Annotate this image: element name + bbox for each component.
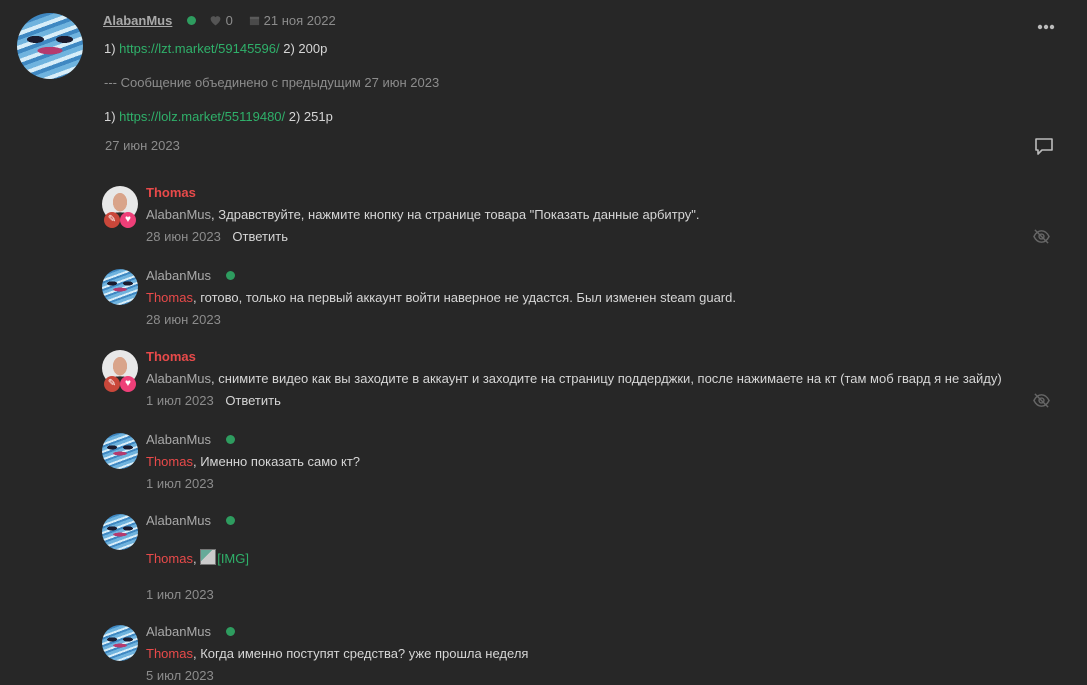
heart-badge-icon: ♥ xyxy=(120,376,136,392)
comment-text: AlabanMus, Здравствуйте, нажмите кнопку … xyxy=(146,207,699,222)
line2-link[interactable]: https://lolz.market/55119480/ xyxy=(119,109,285,124)
comment-date[interactable]: 28 июн 2023 xyxy=(146,229,221,244)
comment-text: Thomas, Когда именно поступят средства? … xyxy=(146,646,528,661)
comment-body: , готово, только на первый аккаунт войти… xyxy=(192,290,736,305)
comment-author[interactable]: AlabanMus xyxy=(146,432,211,447)
line1-link[interactable]: https://lzt.market/59145596/ xyxy=(119,41,279,56)
comment-body: , снимите видео как вы заходите в аккаун… xyxy=(211,371,1002,386)
comment-date[interactable]: 1 июл 2023 xyxy=(146,393,214,408)
line1-suffix: 2) 200р xyxy=(279,41,328,56)
comment-author[interactable]: AlabanMus xyxy=(146,624,211,639)
post-author-name[interactable]: AlabanMus xyxy=(103,13,172,28)
online-indicator xyxy=(187,16,196,25)
comment-meta: 28 июн 2023 Ответить xyxy=(146,229,288,244)
likes[interactable]: 0 xyxy=(209,13,233,28)
comment-body: , Именно показать само кт? xyxy=(192,454,361,469)
comment-avatar[interactable] xyxy=(102,269,138,305)
line2-prefix: 1) xyxy=(104,109,120,124)
comment-date[interactable]: 28 июн 2023 xyxy=(146,312,221,327)
eye-off-icon[interactable] xyxy=(1032,392,1051,412)
comment-body: , Когда именно поступят средства? уже пр… xyxy=(192,646,529,661)
comment-text: Thomas, Именно показать само кт? xyxy=(146,454,360,469)
heart-badge-icon: ♥ xyxy=(120,212,136,228)
post-line-2: 1) https://lolz.market/55119480/ 2) 251р xyxy=(104,109,333,124)
comment-avatar[interactable] xyxy=(102,514,138,550)
post-footer-date[interactable]: 27 июн 2023 xyxy=(105,138,180,153)
comment-avatar[interactable] xyxy=(102,433,138,469)
mention[interactable]: AlabanMus xyxy=(146,207,211,222)
comment-body: , Здравствуйте, нажмите кнопку на страни… xyxy=(211,207,700,222)
line2-suffix: 2) 251р xyxy=(285,109,333,124)
line1-prefix: 1) xyxy=(104,41,120,56)
mention[interactable]: Thomas xyxy=(146,454,193,469)
likes-count: 0 xyxy=(225,13,233,28)
badge-icon: ✎ xyxy=(104,212,120,228)
online-indicator xyxy=(226,271,235,280)
reply-button[interactable]: Ответить xyxy=(232,229,288,244)
comment-date[interactable]: 1 июл 2023 xyxy=(146,587,214,602)
calendar-icon xyxy=(249,16,260,26)
post-author-avatar[interactable] xyxy=(17,13,83,79)
mention[interactable]: AlabanMus xyxy=(146,371,211,386)
comment-text: AlabanMus, снимите видео как вы заходите… xyxy=(146,371,1002,386)
comment-body: , xyxy=(192,551,201,566)
comment-date[interactable]: 5 июл 2023 xyxy=(146,668,214,683)
comment-author[interactable]: AlabanMus xyxy=(146,268,211,283)
eye-off-icon[interactable] xyxy=(1032,228,1051,248)
comment-icon[interactable] xyxy=(1034,137,1054,159)
comment-text: Thomas, [IMG] xyxy=(146,549,249,566)
broken-image-icon xyxy=(200,549,217,565)
online-indicator xyxy=(226,516,235,525)
more-icon[interactable] xyxy=(1037,18,1055,33)
comment-date[interactable]: 1 июл 2023 xyxy=(146,476,214,491)
reply-button[interactable]: Ответить xyxy=(225,393,281,408)
online-indicator xyxy=(226,435,235,444)
comment-text: Thomas, готово, только на первый аккаунт… xyxy=(146,290,736,305)
comment-author[interactable]: Thomas xyxy=(146,349,196,364)
comment-author[interactable]: Thomas xyxy=(146,185,196,200)
badge-icon: ✎ xyxy=(104,376,120,392)
heart-icon xyxy=(210,16,221,26)
mention[interactable]: Thomas xyxy=(146,551,193,566)
post-date: 21 ноя 2022 xyxy=(249,13,336,28)
comment-avatar[interactable] xyxy=(102,625,138,661)
comment-author[interactable]: AlabanMus xyxy=(146,513,211,528)
mention[interactable]: Thomas xyxy=(146,290,193,305)
online-indicator xyxy=(226,627,235,636)
image-link[interactable]: [IMG] xyxy=(217,551,249,566)
post-line-1: 1) https://lzt.market/59145596/ 2) 200р xyxy=(104,41,327,56)
mention[interactable]: Thomas xyxy=(146,646,193,661)
post-date-text: 21 ноя 2022 xyxy=(263,13,336,28)
merged-note: --- Сообщение объединено с предыдущим 27… xyxy=(104,75,440,90)
comment-meta: 1 июл 2023 Ответить xyxy=(146,393,281,408)
